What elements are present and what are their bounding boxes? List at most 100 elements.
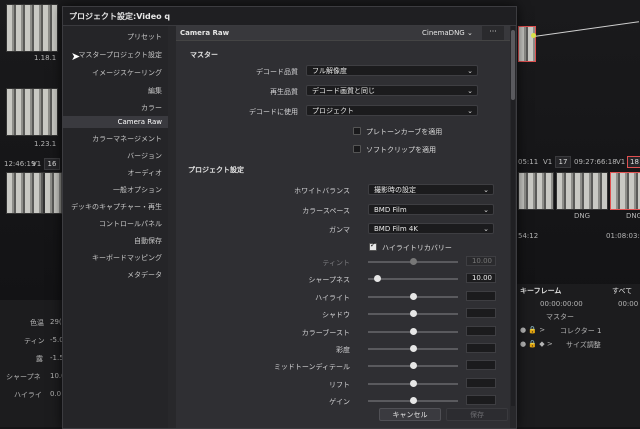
gamma-label: ガンマ	[329, 226, 350, 234]
more-options-button[interactable]: ···	[482, 26, 504, 40]
timeline-clip[interactable]	[518, 172, 554, 210]
chevron-down-icon: ⌄	[467, 87, 473, 95]
decode-using-select[interactable]: プロジェクト ⌄	[306, 105, 478, 116]
param-label: ティン	[24, 337, 45, 345]
camera-raw-panel: Camera Raw CinemaDNG ⌄ ··· マスター デコード品質 フ…	[176, 26, 510, 428]
decode-quality-select[interactable]: フル解像度 ⌄	[306, 65, 478, 76]
pre-tone-curve-checkbox[interactable]	[353, 127, 361, 135]
param-label: 色温	[30, 319, 44, 327]
sidebar-item-general-options[interactable]: 一般オプション	[113, 185, 162, 195]
slider-knob[interactable]	[410, 310, 417, 317]
slider-value-field[interactable]	[466, 395, 496, 405]
clip-number: 17	[555, 156, 571, 168]
decode-quality-label: デコード品質	[256, 68, 298, 76]
slider-value-field[interactable]	[466, 360, 496, 370]
slider-knob[interactable]	[410, 293, 417, 300]
scrollbar[interactable]	[511, 26, 515, 406]
clip-label: 1.18.1	[34, 54, 57, 62]
sidebar-item-auto-save[interactable]: 自動保存	[134, 236, 162, 246]
keyframe-corrector: コレクター 1	[560, 327, 602, 335]
timecode: 05:11	[518, 158, 539, 166]
dialog-titlebar[interactable]: プロジェクト設定:Video q	[63, 7, 516, 26]
slider-value-field[interactable]	[466, 343, 496, 353]
clip-thumbnail[interactable]	[6, 4, 58, 52]
sidebar-item-metadata[interactable]: メタデータ	[127, 270, 162, 280]
track-label: V1	[32, 160, 42, 168]
slider-knob[interactable]	[410, 258, 417, 265]
soft-clip-checkbox[interactable]	[353, 145, 361, 153]
param-value: 0.0	[50, 390, 62, 398]
clip-thumbnail[interactable]	[6, 88, 58, 136]
keyframe-row-icons[interactable]: ● 🔒 ◆ >	[520, 340, 553, 348]
sidebar-item-camera-raw[interactable]: Camera Raw	[63, 116, 168, 128]
slider-knob[interactable]	[410, 328, 417, 335]
save-button[interactable]: 保存	[446, 408, 508, 421]
timecode: 01:08:03:1	[606, 232, 640, 240]
sidebar-item-presets[interactable]: プリセット	[127, 32, 162, 42]
slider-value-field[interactable]	[466, 291, 496, 301]
clip-format: DNG	[626, 212, 640, 220]
sidebar-item-image-scaling[interactable]: イメージスケーリング	[92, 68, 162, 78]
chevron-down-icon: ⌄	[466, 29, 473, 37]
keyframe-time: 00:00	[618, 300, 639, 308]
white-balance-select[interactable]: 撮影時の設定 ⌄	[368, 184, 494, 195]
clip-label: 1.23.1	[34, 140, 57, 148]
timeline-clip[interactable]	[610, 172, 640, 210]
sidebar-item-deck-capture[interactable]: デッキのキャプチャー・再生	[71, 202, 162, 212]
sidebar-item-master-settings[interactable]: マスタープロジェクト設定	[78, 50, 162, 60]
slider-label: カラーブースト	[301, 329, 350, 337]
slider-track[interactable]	[368, 278, 458, 280]
highlight-recovery-checkbox[interactable]	[369, 241, 377, 251]
slider-value-field[interactable]	[466, 326, 496, 336]
keyframe-size: サイズ調整	[566, 341, 601, 349]
timeline-clip[interactable]	[6, 172, 44, 214]
color-space-select[interactable]: BMD Film ⌄	[368, 204, 494, 215]
sidebar-item-color-management[interactable]: カラーマネージメント	[92, 134, 162, 144]
slider-value-field[interactable]	[466, 308, 496, 318]
scrollbar-thumb[interactable]	[511, 30, 515, 100]
panel-title: Camera Raw	[180, 29, 230, 37]
chevron-down-icon: ⌄	[467, 107, 473, 115]
timeline-clip[interactable]	[556, 172, 608, 210]
chevron-down-icon: ⌄	[483, 206, 489, 214]
slider-knob[interactable]	[410, 397, 417, 404]
decode-using-label: デコードに使用	[249, 108, 298, 116]
color-space-label: カラースペース	[302, 207, 350, 215]
track-label: V1	[616, 158, 626, 166]
pre-tone-curve-label: プレトーンカーブを適用	[366, 128, 443, 136]
sidebar-item-versions[interactable]: バージョン	[127, 151, 162, 161]
dialog-title: プロジェクト設定:Video q	[69, 12, 171, 21]
playback-quality-select[interactable]: デコード画質と同じ ⌄	[306, 85, 478, 96]
gamma-select[interactable]: BMD Film 4K ⌄	[368, 223, 494, 234]
keyframes-filter[interactable]: すべて	[612, 286, 632, 296]
timecode: 09:27:66:18	[574, 158, 617, 166]
chevron-down-icon: ⌄	[483, 225, 489, 233]
param-label: 露	[36, 355, 43, 363]
decode-quality-value: フル解像度	[312, 67, 347, 75]
node-thumbnail[interactable]	[518, 26, 536, 62]
slider-label: シャドウ	[322, 311, 350, 319]
param-label: シャープネ	[6, 373, 41, 381]
slider-value-field[interactable]: 10.00	[466, 273, 496, 283]
raw-format-select[interactable]: CinemaDNG ⌄	[422, 29, 473, 37]
color-space-value: BMD Film	[374, 206, 407, 214]
slider-knob[interactable]	[410, 362, 417, 369]
slider-knob[interactable]	[374, 275, 381, 282]
keyframes-title: キーフレーム	[520, 287, 562, 295]
sidebar-item-edit[interactable]: 編集	[148, 86, 162, 96]
slider-value-field[interactable]: 10.00	[466, 256, 496, 266]
sidebar-item-audio[interactable]: オーディオ	[127, 168, 162, 178]
slider-label: ティント	[322, 259, 350, 267]
sidebar-item-color[interactable]: カラー	[141, 103, 162, 113]
slider-knob[interactable]	[410, 380, 417, 387]
cancel-button[interactable]: キャンセル	[379, 408, 441, 421]
playback-quality-value: デコード画質と同じ	[312, 87, 375, 95]
keyframe-row-icons[interactable]: ● 🔒 >	[520, 326, 545, 334]
slider-value-field[interactable]	[466, 378, 496, 388]
sidebar-item-control-panels[interactable]: コントロールパネル	[99, 219, 162, 229]
slider-knob[interactable]	[410, 345, 417, 352]
settings-sidebar: プリセット マスタープロジェクト設定 イメージスケーリング 編集 カラー Cam…	[63, 26, 168, 428]
param-label: ハイライ	[14, 391, 42, 399]
sidebar-item-keyboard-mapping[interactable]: キーボードマッピング	[92, 253, 162, 263]
project-settings-dialog: プロジェクト設定:Video q プリセット マスタープロジェクト設定 イメージ…	[62, 6, 517, 429]
